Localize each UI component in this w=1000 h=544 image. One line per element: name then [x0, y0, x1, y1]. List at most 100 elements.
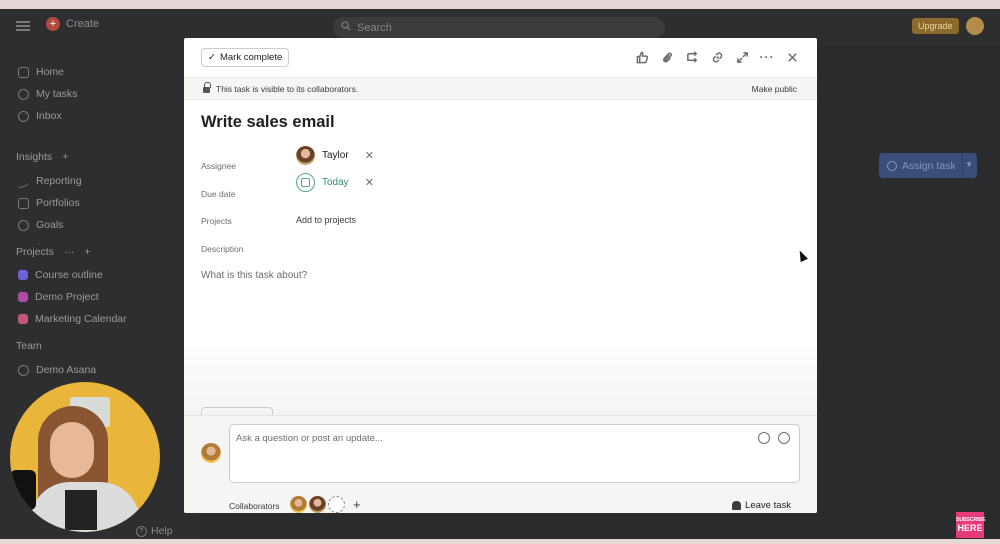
project-color-icon [18, 292, 28, 302]
assign-task-label: Assign task [902, 159, 956, 172]
comment-placeholder: Ask a question or post an update... [236, 433, 383, 444]
plus-icon[interactable]: + [353, 497, 361, 512]
make-public-button[interactable]: Make public [752, 78, 797, 101]
section-label: Insights [16, 151, 53, 163]
sidebar-item-label: Inbox [36, 110, 62, 122]
section-label: Team [16, 340, 42, 352]
close-icon[interactable]: ✕ [365, 176, 374, 189]
check-icon: ✓ [208, 52, 216, 63]
bell-icon [18, 110, 29, 122]
like-icon[interactable] [635, 50, 649, 64]
sidebar-item-label: My tasks [36, 88, 78, 100]
avatar [296, 146, 315, 165]
more-icon[interactable]: ··· [760, 50, 774, 64]
add-collaborator-icon[interactable] [328, 496, 345, 513]
due-date-value: Today [322, 177, 349, 188]
help-button[interactable]: ? Help [136, 525, 173, 537]
sidebar-item-label: Course outline [35, 269, 103, 281]
upgrade-button[interactable]: Upgrade [912, 18, 959, 34]
avatar[interactable] [309, 496, 326, 513]
due-date-field[interactable]: Today ✕ [296, 173, 374, 192]
calendar-icon [296, 173, 315, 192]
search-placeholder: Search [357, 21, 392, 34]
create-label: Create [66, 18, 100, 30]
collaborators-list: + [290, 496, 361, 513]
help-label: Help [151, 525, 173, 537]
assignee-label: Assignee [201, 161, 236, 171]
section-label: Projects [16, 246, 54, 258]
description-label: Description [201, 244, 244, 254]
create-button[interactable]: + Create [46, 17, 99, 31]
sidebar-project-demo-project[interactable]: Demo Project [18, 291, 99, 303]
sidebar-item-label: Demo Project [35, 291, 99, 303]
comment-section: Ask a question or post an update... Coll… [184, 415, 817, 513]
chart-icon [18, 173, 29, 189]
sidebar-item-label: Home [36, 66, 65, 78]
sidebar-item-inbox[interactable]: Inbox [18, 110, 62, 122]
assignee-field[interactable]: Taylor ✕ [296, 146, 374, 165]
assignee-name: Taylor [322, 150, 349, 161]
attachment-icon[interactable] [660, 50, 674, 64]
team-header[interactable]: Team [16, 340, 42, 352]
project-color-icon [18, 270, 28, 280]
microphone-icon [10, 470, 36, 510]
plus-icon[interactable]: + [84, 246, 90, 258]
comment-input[interactable]: Ask a question or post an update... [229, 424, 800, 483]
subscribe-badge[interactable]: SUBSCRIBE HERE [956, 512, 985, 538]
sidebar-project-marketing-calendar[interactable]: Marketing Calendar [18, 313, 127, 325]
link-icon[interactable] [710, 50, 724, 64]
sidebar-item-home[interactable]: Home [18, 66, 64, 78]
avatar [201, 443, 221, 463]
close-icon[interactable]: ✕ [365, 149, 374, 162]
projects-header[interactable]: Projects ··· + [16, 246, 91, 258]
sidebar-project-course-outline[interactable]: Course outline [18, 269, 103, 281]
chevron-down-icon[interactable]: ▼ [965, 160, 973, 169]
bell-icon [732, 501, 742, 510]
description-input[interactable]: What is this task about? [201, 270, 307, 281]
webcam-overlay [10, 382, 160, 532]
emoji-icon[interactable] [758, 432, 770, 444]
subscribe-line2: HERE [957, 523, 983, 533]
visibility-text: This task is visible to its collaborator… [216, 83, 359, 94]
search-input[interactable]: Search [333, 17, 665, 38]
folder-icon [18, 197, 29, 209]
lock-icon [203, 81, 211, 93]
sidebar-item-portfolios[interactable]: Portfolios [18, 197, 80, 209]
sidebar-item-label: Goals [36, 219, 64, 231]
home-icon [18, 66, 29, 78]
search-icon [341, 21, 351, 34]
task-toolbar: ··· [635, 50, 799, 64]
sticker-icon[interactable] [778, 432, 790, 444]
add-subtask-button[interactable] [201, 407, 273, 415]
task-title[interactable]: Write sales email [201, 113, 335, 132]
mark-complete-label: Mark complete [219, 52, 283, 63]
add-to-projects-button[interactable]: Add to projects [296, 215, 356, 225]
user-avatar[interactable] [966, 17, 984, 35]
sidebar-item-reporting[interactable]: Reporting [18, 173, 82, 189]
sidebar-item-goals[interactable]: Goals [18, 219, 63, 231]
check-circle-icon [887, 160, 897, 171]
insights-header[interactable]: Insights + [16, 151, 68, 163]
sidebar-item-label: Demo Asana [36, 364, 97, 376]
more-icon[interactable]: ··· [64, 246, 75, 258]
plus-icon: + [46, 17, 60, 31]
menu-icon[interactable] [16, 21, 30, 31]
sidebar-item-demo-asana[interactable]: Demo Asana [18, 364, 96, 376]
expand-icon[interactable] [735, 50, 749, 64]
visibility-banner: This task is visible to its collaborator… [184, 77, 817, 100]
sidebar-item-label: Marketing Calendar [35, 313, 127, 325]
subtask-icon[interactable] [685, 50, 699, 64]
projects-label: Projects [201, 216, 232, 226]
mark-complete-button[interactable]: ✓ Mark complete [201, 48, 290, 67]
assign-task-button[interactable]: Assign task ▼ [879, 153, 977, 178]
plus-icon[interactable]: + [62, 151, 68, 163]
sidebar-item-my-tasks[interactable]: My tasks [18, 88, 77, 100]
project-color-icon [18, 314, 28, 324]
sidebar-item-label: Portfolios [36, 197, 80, 209]
avatar[interactable] [290, 496, 307, 513]
task-detail-pane: ✓ Mark complete ··· This task is visible… [184, 38, 817, 513]
app-frame: + Create Search Upgrade Home My tasks In… [0, 9, 1000, 539]
close-icon[interactable] [785, 50, 799, 64]
leave-task-button[interactable]: Leave task [732, 500, 791, 511]
collaborators-label: Collaborators [229, 501, 280, 511]
